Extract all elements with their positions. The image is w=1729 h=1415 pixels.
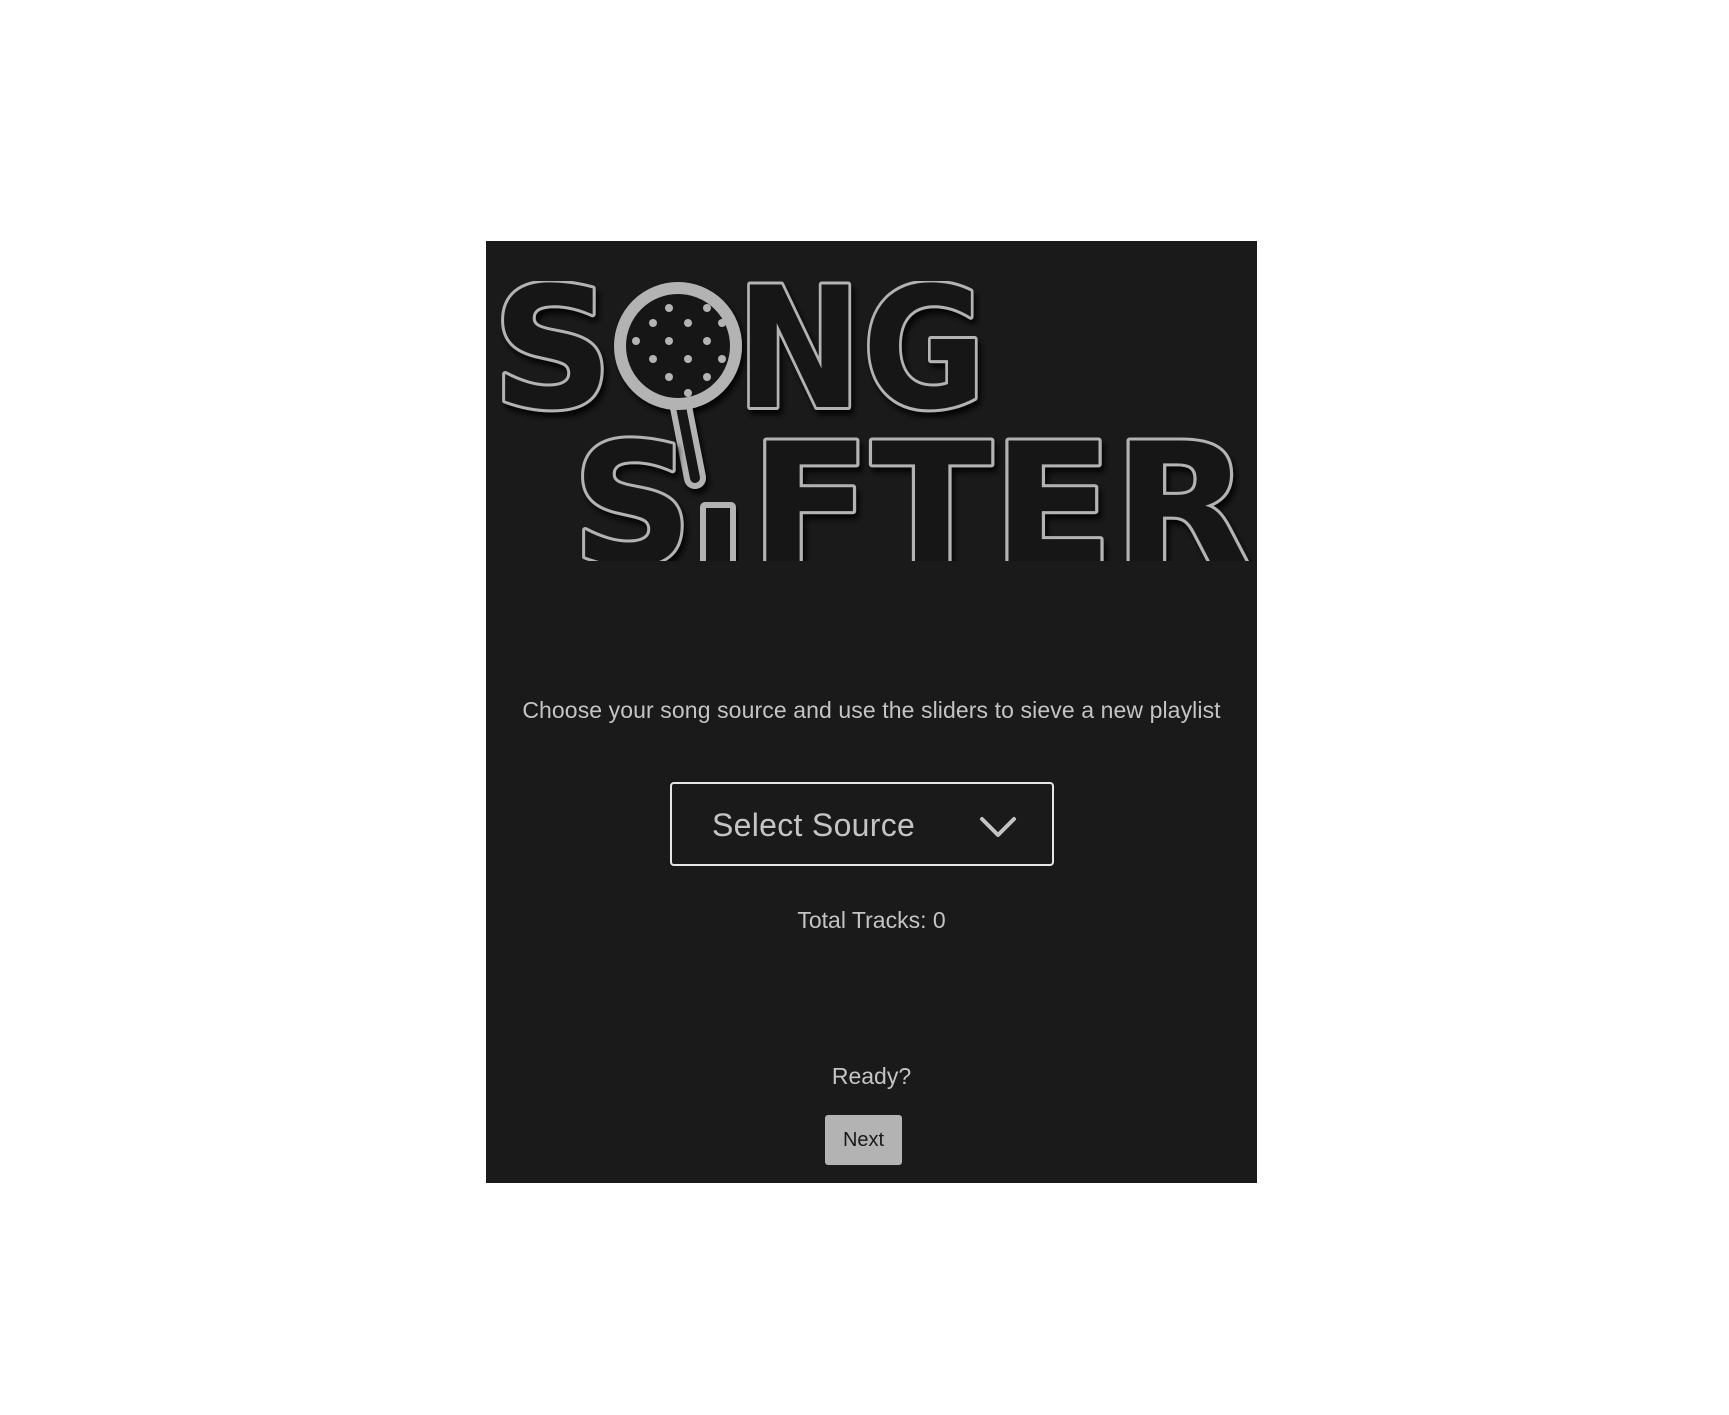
next-button[interactable]: Next [825,1115,902,1165]
source-select-dropdown[interactable]: Select Source [670,782,1054,866]
ready-prompt: Ready? [831,1063,912,1089]
app-panel: S NG S FTER Choose your song source and … [486,241,1257,1183]
tagline: Choose your song source and use the slid… [522,697,1221,723]
chevron-down-icon [980,817,1016,837]
logo-word-sifter-left: S [572,407,693,561]
source-select-value: Select Source [712,807,916,843]
song-sifter-logo: S NG S FTER [486,281,1257,561]
logo-word-sifter-right: FTER [750,407,1250,561]
logo-letter-i [700,502,736,561]
total-tracks-count: Total Tracks: 0 [797,907,946,933]
